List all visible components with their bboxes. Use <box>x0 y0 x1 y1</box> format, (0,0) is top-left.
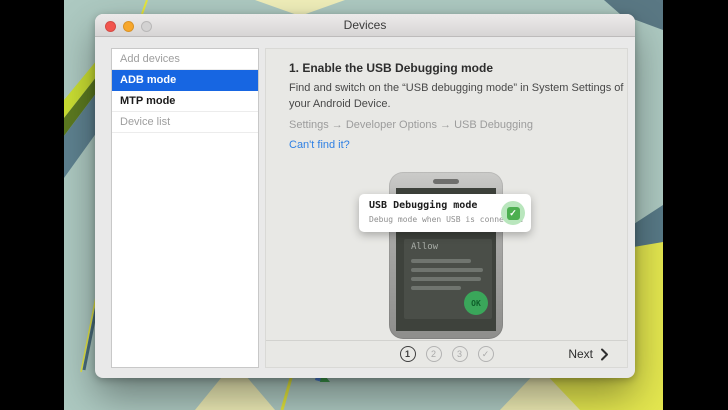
placeholder-line <box>411 268 483 272</box>
sidebar: Add devices ADB mode MTP mode Device lis… <box>111 48 259 368</box>
next-button-label: Next <box>568 347 593 361</box>
footer-bar: 1 2 3 ✓ Next <box>266 340 627 367</box>
content-panel: 1. Enable the USB Debugging mode Find an… <box>265 48 628 368</box>
phone-dialog-title: Allow <box>411 242 439 252</box>
sidebar-item-device-list[interactable]: Device list <box>112 112 258 133</box>
titlebar[interactable]: Devices <box>95 14 635 37</box>
phone-speaker <box>433 179 459 184</box>
screen: Devices Add devices ADB mode MTP mode De… <box>0 0 728 410</box>
placeholder-line <box>411 286 461 290</box>
step-heading: 1. Enable the USB Debugging mode <box>289 61 494 75</box>
chevron-right-icon <box>601 348 608 360</box>
placeholder-line <box>411 259 471 263</box>
cant-find-it-link[interactable]: Can't find it? <box>289 139 350 151</box>
step-dot-3: 3 <box>451 346 468 362</box>
check-circle: ✓ <box>501 201 525 225</box>
checkbox-checked-icon: ✓ <box>506 206 520 220</box>
phone-dialog: Allow OK <box>404 239 492 319</box>
step-dot-1: 1 <box>399 346 416 362</box>
step-dot-2: 2 <box>425 346 442 362</box>
devices-window: Devices Add devices ADB mode MTP mode De… <box>95 14 635 378</box>
window-title: Devices <box>343 18 387 32</box>
usb-debug-tooltip: USB Debugging mode Debug mode when USB i… <box>359 194 531 232</box>
tooltip-subtitle: Debug mode when USB is connected <box>369 215 524 224</box>
instruction-text: Find and switch on the “USB debugging mo… <box>289 82 624 110</box>
placeholder-line <box>411 277 481 281</box>
next-button[interactable]: Next <box>568 341 609 367</box>
step-dot-done-icon: ✓ <box>477 346 494 362</box>
settings-path: Settings → Developer Options → USB Debug… <box>289 119 533 131</box>
tooltip-title: USB Debugging mode <box>369 200 478 211</box>
sidebar-item-mtp-mode[interactable]: MTP mode <box>112 91 258 112</box>
sidebar-item-adb-mode[interactable]: ADB mode <box>112 70 258 91</box>
phone-ok-button: OK <box>464 291 488 315</box>
sidebar-item-add-devices[interactable]: Add devices <box>112 49 258 70</box>
